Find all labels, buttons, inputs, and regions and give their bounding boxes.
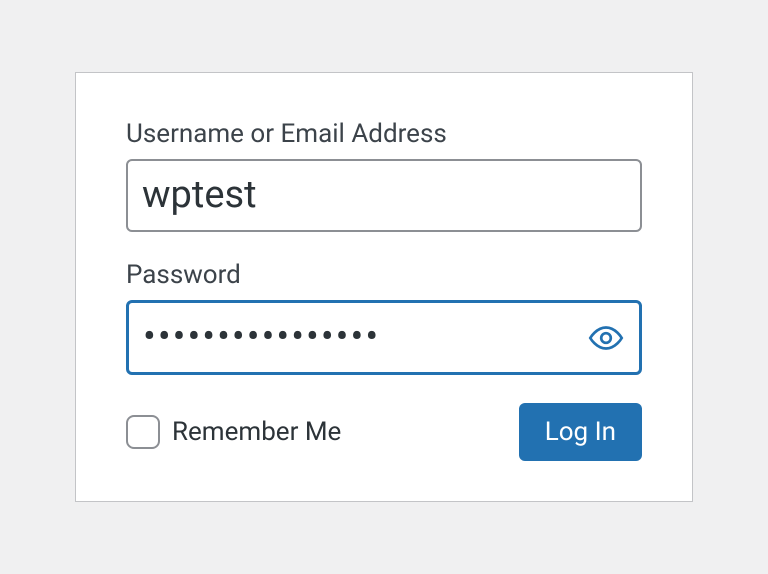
username-field-group: Username or Email Address — [126, 119, 642, 232]
login-button[interactable]: Log In — [519, 403, 642, 461]
password-field-group: Password — [126, 260, 642, 375]
remember-me-checkbox[interactable] — [126, 415, 160, 449]
toggle-password-visibility-button[interactable] — [582, 314, 630, 362]
password-label: Password — [126, 260, 642, 290]
remember-me-label: Remember Me — [172, 417, 341, 447]
remember-me-group: Remember Me — [126, 415, 341, 449]
username-label: Username or Email Address — [126, 119, 642, 149]
login-form: Username or Email Address Password Remem… — [75, 72, 693, 503]
form-bottom-row: Remember Me Log In — [126, 403, 642, 461]
password-input-wrap — [126, 300, 642, 375]
password-input[interactable] — [126, 300, 642, 375]
eye-icon — [588, 320, 624, 356]
username-input[interactable] — [126, 159, 642, 232]
